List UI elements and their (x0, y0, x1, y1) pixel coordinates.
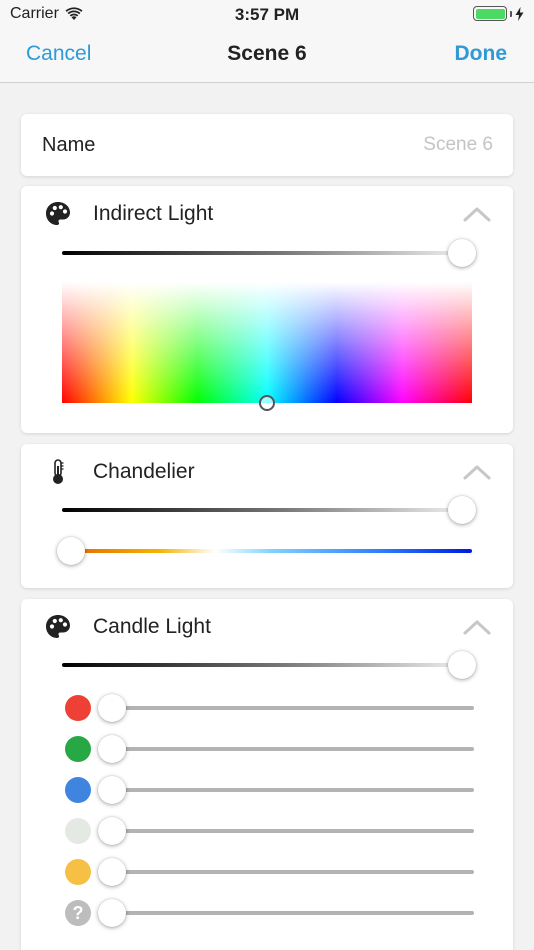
chevron-up-icon[interactable] (463, 463, 491, 481)
channel-green-slider[interactable] (98, 734, 474, 764)
status-time: 3:57 PM (234, 5, 300, 24)
status-right (473, 6, 524, 21)
brightness-slider[interactable] (62, 650, 476, 680)
channel-track (112, 870, 474, 874)
section-title: Indirect Light (93, 202, 214, 225)
channel-thumb[interactable] (98, 694, 126, 722)
brightness-thumb[interactable] (448, 651, 476, 679)
channel-white-swatch (65, 818, 91, 844)
channel-blue-swatch (65, 777, 91, 803)
channel-track (112, 747, 474, 751)
section-header[interactable]: Candle Light (21, 599, 513, 655)
channel-thumb[interactable] (98, 735, 126, 763)
channel-blue-slider[interactable] (98, 775, 474, 805)
channel-amber-slider[interactable] (98, 857, 474, 887)
channel-green-swatch (65, 736, 91, 762)
channel-unknown-slider[interactable] (98, 898, 474, 928)
navigation-bar: Cancel Scene 6 Done (0, 28, 534, 83)
chevron-up-icon[interactable] (463, 618, 491, 636)
brightness-thumb[interactable] (448, 496, 476, 524)
channel-thumb[interactable] (98, 899, 126, 927)
name-label: Name (42, 134, 96, 156)
section-indirect-light: Indirect Light (21, 186, 513, 433)
status-bar: Carrier 3:57 PM (0, 0, 534, 28)
section-title: Chandelier (93, 460, 195, 483)
color-picker[interactable] (62, 282, 472, 411)
palette-icon (46, 615, 70, 638)
name-card: Name (21, 114, 513, 176)
channel-amber-swatch (65, 859, 91, 885)
channel-white-slider[interactable] (98, 816, 474, 846)
section-title: Candle Light (93, 615, 211, 638)
channel-thumb[interactable] (98, 858, 126, 886)
brightness-track (62, 663, 462, 667)
palette-icon (46, 202, 70, 225)
channel-track (112, 829, 474, 833)
battery-level (475, 8, 505, 19)
section-candle-light: Candle Light ? (21, 599, 513, 950)
done-button[interactable]: Done (455, 42, 508, 66)
channel-track (112, 911, 474, 915)
temperature-slider[interactable] (57, 536, 472, 566)
battery-tip (510, 10, 512, 17)
chevron-up-icon[interactable] (463, 205, 491, 223)
section-chandelier: Chandelier (21, 444, 513, 588)
brightness-slider[interactable] (62, 495, 476, 525)
section-header[interactable]: Chandelier (21, 444, 513, 500)
charging-bolt-icon (515, 6, 524, 21)
brightness-thumb[interactable] (448, 239, 476, 267)
battery-icon (473, 6, 507, 21)
temperature-thumb[interactable] (57, 537, 85, 565)
channel-track (112, 706, 474, 710)
channel-thumb[interactable] (98, 817, 126, 845)
channel-track (112, 788, 474, 792)
color-picker-handle[interactable] (259, 395, 275, 411)
thermometer-icon (53, 459, 64, 484)
scene-name-input[interactable] (293, 134, 493, 156)
channel-red-swatch (65, 695, 91, 721)
question-mark-icon: ? (65, 900, 91, 926)
temperature-track (71, 549, 472, 553)
brightness-slider[interactable] (62, 238, 476, 268)
channel-thumb[interactable] (98, 776, 126, 804)
channel-red-slider[interactable] (98, 693, 474, 723)
brightness-track (62, 251, 462, 255)
brightness-track (62, 508, 462, 512)
section-header[interactable]: Indirect Light (21, 186, 513, 242)
